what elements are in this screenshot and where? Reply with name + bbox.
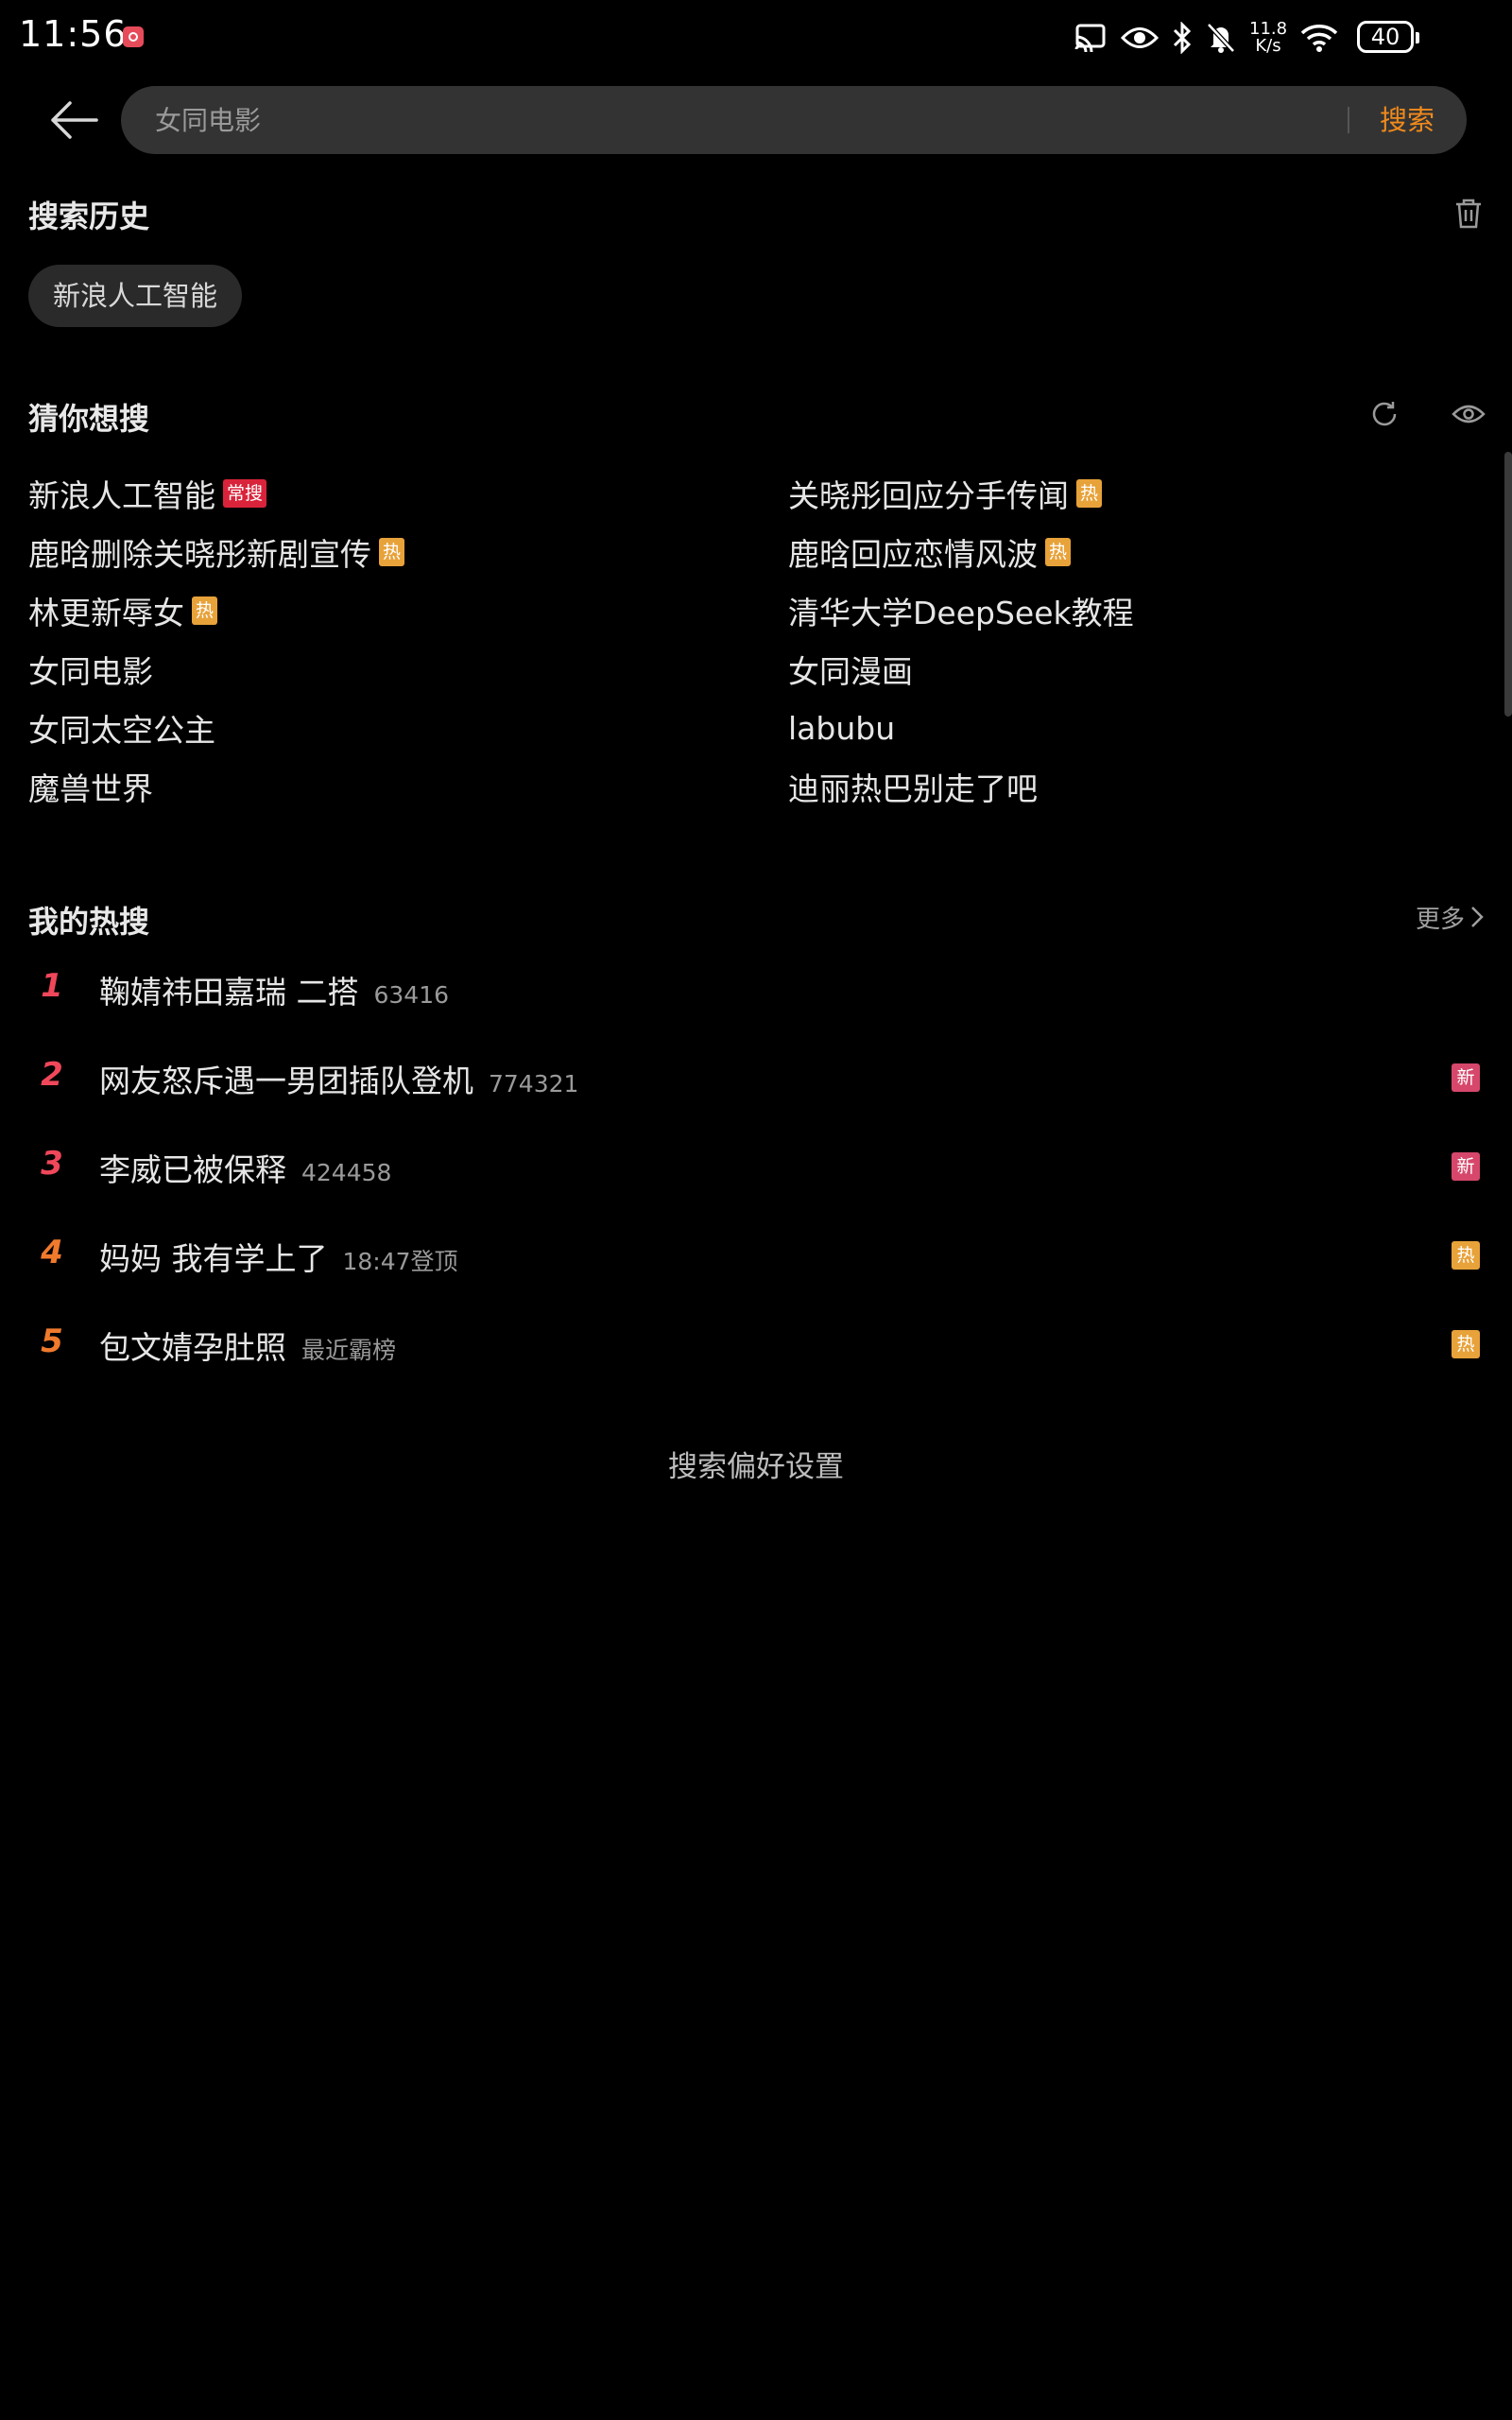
suggestion-tag-badge: 热 (192, 596, 218, 625)
suggestion-text: 女同电影 (28, 653, 153, 690)
suggestion-tag-badge: 热 (1076, 479, 1103, 508)
hot-item-title: 李威已被保释 (99, 1151, 286, 1188)
network-speed: 11.8 K/s (1249, 21, 1287, 55)
net-speed-unit: K/s (1255, 36, 1281, 56)
hot-rank-number: 2 (41, 1056, 63, 1094)
suggestion-item[interactable]: 魔兽世界 (28, 764, 153, 809)
suggestion-text: 关晓彤回应分手传闻 (788, 477, 1069, 514)
hot-search-row[interactable]: 1 鞠婧祎田嘉瑞 二搭 63416 (0, 959, 1512, 1016)
hot-item-tag-badge: 新 (1452, 1063, 1480, 1092)
suggestion-text: 魔兽世界 (28, 770, 153, 807)
hot-item-meta: 63416 (373, 981, 450, 1009)
hot-item-title-wrap: 包文婧孕肚照 最近霸榜 (99, 1322, 396, 1368)
arrow-left-icon (51, 101, 98, 139)
suggestion-item[interactable]: 鹿晗删除关晓彤新剧宣传热 (28, 529, 405, 575)
status-bar: 11:56 11.8 K/s 40 (0, 0, 1512, 76)
suggestion-text: 鹿晗回应恋情风波 (788, 536, 1038, 573)
hot-item-title-wrap: 网友怒斥遇一男团插队登机 774321 (99, 1056, 578, 1101)
suggestion-item[interactable]: 女同电影 (28, 647, 153, 692)
suggestion-text: 迪丽热巴别走了吧 (788, 770, 1038, 807)
hot-search-row[interactable]: 4 妈妈 我有学上了 18:47登顶 热 (0, 1226, 1512, 1283)
cast-icon (1074, 23, 1108, 53)
history-title: 搜索历史 (28, 199, 150, 234)
clear-history-button[interactable] (1450, 195, 1487, 233)
eye-comfort-icon (1121, 24, 1159, 52)
search-submit-button[interactable]: 搜索 (1365, 86, 1450, 154)
refresh-icon (1372, 402, 1397, 426)
hot-search-row[interactable]: 3 李威已被保释 424458 新 (0, 1137, 1512, 1194)
hot-item-tag-badge: 新 (1452, 1152, 1480, 1181)
suggestion-item[interactable]: 女同漫画 (788, 647, 913, 692)
back-button[interactable] (38, 90, 110, 150)
suggestion-tag-badge: 常搜 (223, 479, 267, 508)
visibility-button[interactable] (1450, 395, 1487, 433)
hot-item-meta: 424458 (301, 1159, 392, 1186)
suggestion-text: 清华大学DeepSeek教程 (788, 595, 1134, 631)
suggestion-tag-badge: 热 (379, 538, 405, 566)
wifi-icon (1300, 23, 1338, 53)
suggestion-text: 女同太空公主 (28, 712, 215, 749)
scrollbar[interactable] (1504, 452, 1512, 717)
history-chip[interactable]: 新浪人工智能 (28, 265, 243, 327)
trash-icon (1456, 199, 1481, 229)
search-divider (1348, 107, 1349, 133)
suggestion-item[interactable]: 关晓彤回应分手传闻热 (788, 471, 1103, 516)
suggestion-text: 林更新辱女 (28, 595, 184, 631)
hot-rank-number: 5 (41, 1322, 63, 1360)
hot-rank-number: 3 (41, 1145, 63, 1183)
hot-rank-number: 1 (41, 967, 63, 1005)
hot-title: 我的热搜 (28, 904, 150, 940)
hot-item-meta: 最近霸榜 (301, 1337, 397, 1364)
refresh-button[interactable] (1366, 395, 1403, 433)
suggestion-item[interactable]: 林更新辱女热 (28, 588, 218, 633)
app-notification-icon (123, 26, 144, 47)
hot-item-tag-badge: 热 (1452, 1241, 1480, 1270)
guess-title: 猜你想搜 (28, 401, 150, 437)
hot-item-title-wrap: 妈妈 我有学上了 18:47登顶 (99, 1234, 458, 1279)
suggestion-item[interactable]: 女同太空公主 (28, 705, 215, 751)
more-link[interactable]: 更多 (1416, 898, 1484, 936)
suggestion-item[interactable]: 鹿晗回应恋情风波热 (788, 529, 1072, 575)
hot-item-meta: 18:47登顶 (342, 1248, 458, 1275)
eye-icon (1452, 405, 1486, 424)
suggestion-tag-badge: 热 (1045, 538, 1072, 566)
hot-item-title: 鞠婧祎田嘉瑞 二搭 (99, 974, 359, 1011)
battery-indicator: 40 (1357, 21, 1419, 53)
hot-item-title-wrap: 鞠婧祎田嘉瑞 二搭 63416 (99, 967, 449, 1012)
suggestion-text: 鹿晗删除关晓彤新剧宣传 (28, 536, 371, 573)
mute-bell-icon (1206, 22, 1236, 54)
search-bar: 搜索 (121, 86, 1467, 154)
search-preference-settings-link[interactable]: 搜索偏好设置 (0, 1443, 1512, 1485)
hot-item-tag-badge: 热 (1452, 1330, 1480, 1358)
status-time: 11:56 (19, 13, 128, 55)
hot-item-title: 妈妈 我有学上了 (99, 1240, 328, 1277)
more-label: 更多 (1415, 905, 1465, 934)
suggestion-text: 女同漫画 (788, 653, 913, 690)
hot-rank-number: 4 (41, 1234, 63, 1271)
suggestion-text: labubu (788, 709, 896, 747)
suggestion-item[interactable]: labubu (788, 705, 895, 751)
suggestion-item[interactable]: 清华大学DeepSeek教程 (788, 588, 1134, 633)
suggestion-text: 新浪人工智能 (28, 477, 215, 514)
chevron-right-icon (1471, 907, 1484, 927)
hot-item-title-wrap: 李威已被保释 424458 (99, 1145, 391, 1190)
hot-search-row[interactable]: 5 包文婧孕肚照 最近霸榜 热 (0, 1315, 1512, 1372)
hot-search-row[interactable]: 2 网友怒斥遇一男团插队登机 774321 新 (0, 1048, 1512, 1105)
bluetooth-icon (1172, 22, 1193, 54)
search-input[interactable] (153, 86, 1325, 154)
suggestion-item[interactable]: 迪丽热巴别走了吧 (788, 764, 1038, 809)
suggestion-item[interactable]: 新浪人工智能 常搜 (28, 471, 267, 516)
hot-item-title: 包文婧孕肚照 (99, 1329, 286, 1366)
hot-item-meta: 774321 (489, 1070, 579, 1098)
hot-item-title: 网友怒斥遇一男团插队登机 (99, 1063, 473, 1099)
